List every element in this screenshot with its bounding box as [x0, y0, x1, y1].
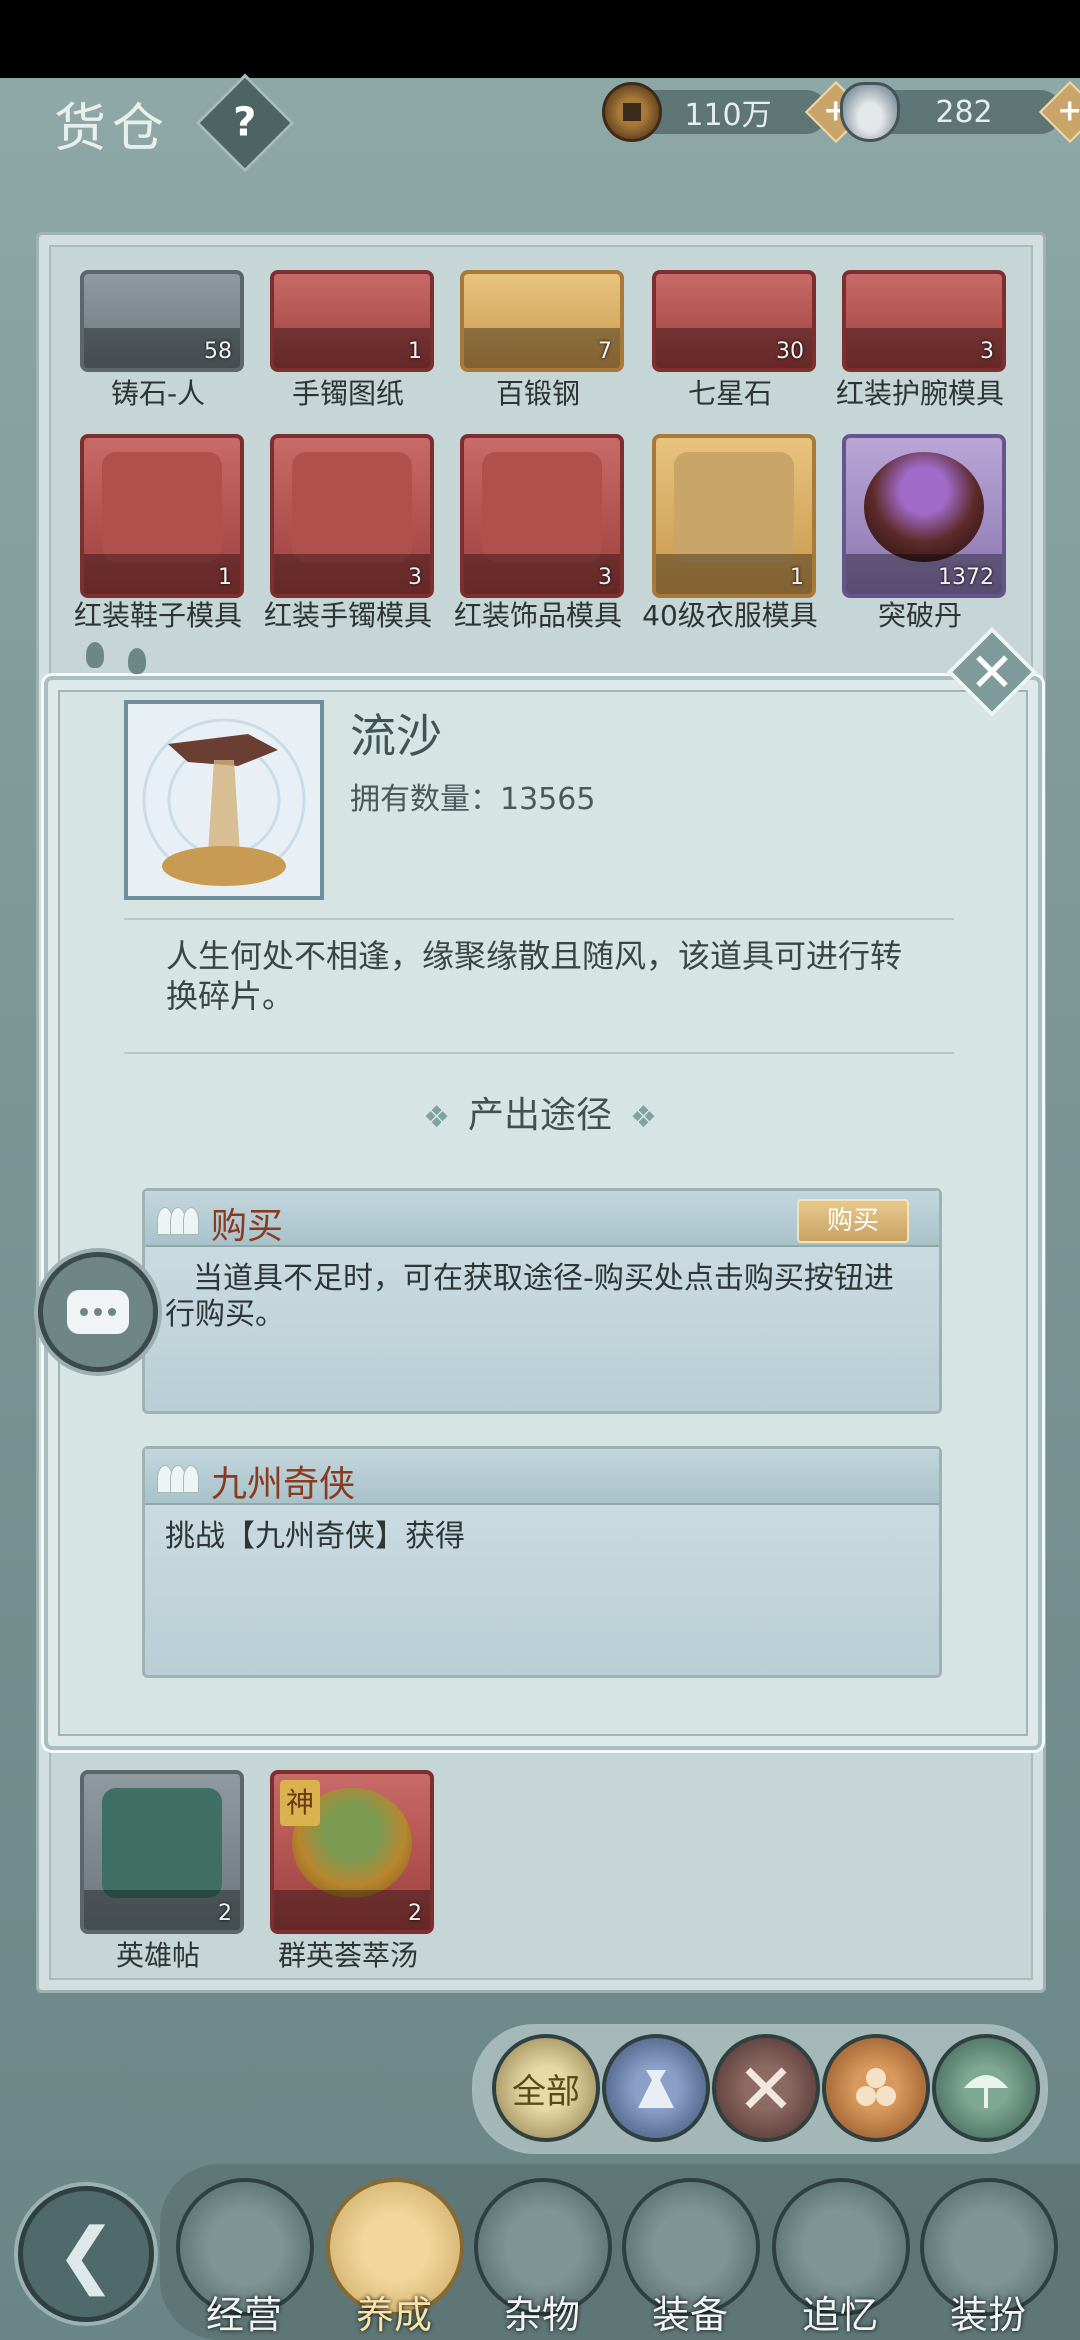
chat-button[interactable]: [38, 1252, 158, 1372]
close-icon: ✕: [969, 640, 1015, 704]
item-label: 百锻钢: [495, 377, 580, 410]
silver-ingot-icon: [840, 82, 900, 142]
birds-decoration: [76, 632, 166, 692]
nav-item-cultivate[interactable]: 养成: [326, 2178, 464, 2337]
plus-icon: +: [1057, 93, 1080, 129]
inventory-slot[interactable]: 3: [842, 270, 1006, 372]
item-label: 英雄帖: [115, 1939, 200, 1972]
inventory-slot[interactable]: 3: [460, 434, 624, 598]
buy-button[interactable]: 购买: [797, 1199, 909, 1243]
divider: [124, 918, 954, 920]
inventory-slot[interactable]: 1372: [842, 434, 1006, 598]
source-section-title: ❖ 产出途径 ❖: [423, 1095, 657, 1136]
filter-all[interactable]: 全部: [492, 2034, 600, 2142]
item-label: 铸石-人: [110, 377, 206, 410]
chat-icon: [67, 1290, 129, 1334]
page-title: 货仓: [54, 98, 171, 159]
coin-currency: 110万 +: [602, 80, 868, 144]
mold-icon: [102, 452, 222, 562]
mold-icon: [482, 452, 602, 562]
item-owned-count: 拥有数量：13565: [350, 782, 596, 817]
ornament-icon: ❖: [423, 1100, 450, 1135]
mold-icon: [674, 452, 794, 562]
inventory-slot[interactable]: 1: [80, 434, 244, 598]
back-button[interactable]: ❮: [18, 2186, 154, 2322]
silver-currency: 282 +: [840, 80, 1080, 144]
item-label: 红装手镯模具: [263, 599, 432, 632]
filter-bag-icon[interactable]: [602, 2034, 710, 2142]
item-label: 群英荟萃汤: [277, 1939, 418, 1972]
ornament-icon: ❖: [630, 1100, 657, 1135]
quicksand-icon: [142, 718, 306, 886]
status-bar: [0, 0, 1080, 78]
item-icon: [124, 700, 324, 900]
item-label: 七星石: [687, 377, 772, 410]
source-text: 当道具不足时，可在获取途径-购买处点击购买按钮进行购买。: [165, 1261, 894, 1332]
help-button[interactable]: ?: [195, 73, 295, 173]
source-name: 九州奇侠: [211, 1464, 356, 1505]
inventory-slot[interactable]: 1: [652, 434, 816, 598]
divine-tag: 神: [280, 1780, 320, 1826]
nav-item-equipment[interactable]: 装备: [622, 2178, 760, 2337]
source-name: 购买: [211, 1206, 284, 1247]
nav-item-memories[interactable]: 追忆: [772, 2178, 910, 2337]
copper-coin-icon: [602, 82, 662, 142]
item-name: 流沙: [350, 709, 442, 763]
header: 货仓 ?: [54, 73, 295, 173]
source-card-challenge[interactable]: 九州奇侠 挑战【九州奇侠】获得: [142, 1446, 942, 1678]
inventory-slot[interactable]: 3: [270, 434, 434, 598]
filter-crossed-tools-icon[interactable]: [712, 2034, 820, 2142]
invitation-book-icon: [102, 1788, 222, 1898]
inventory-slot[interactable]: 神 2: [270, 1770, 434, 1934]
inventory-slot[interactable]: 7: [460, 270, 624, 372]
lotus-icon: [157, 1201, 199, 1235]
nav-item-dress-up[interactable]: 装扮: [920, 2178, 1058, 2337]
nav-item-business[interactable]: 经营: [176, 2178, 314, 2337]
filter-umbrella-icon[interactable]: [932, 2034, 1040, 2142]
mold-icon: [292, 452, 412, 562]
item-label: 40级衣服模具: [642, 599, 818, 632]
back-arrow-icon: ❮: [55, 2212, 117, 2296]
item-label: 红装护腕模具: [835, 377, 1004, 410]
item-description: 人生何处不相逢，缘聚缘散且随风，该道具可进行转换碎片。: [166, 937, 903, 1015]
inventory-slot[interactable]: 2: [80, 1770, 244, 1934]
divider: [124, 1052, 954, 1054]
inventory-slot[interactable]: 58: [80, 270, 244, 372]
lotus-icon: [157, 1459, 199, 1493]
nav-item-misc[interactable]: 杂物: [474, 2178, 612, 2337]
item-label: 红装饰品模具: [453, 599, 622, 632]
inventory-slot[interactable]: 1: [270, 270, 434, 372]
source-text: 挑战【九州奇侠】获得: [165, 1519, 465, 1554]
item-label: 手镯图纸: [291, 377, 404, 410]
help-icon: ?: [233, 99, 257, 146]
inventory-slot[interactable]: 30: [652, 270, 816, 372]
source-card-purchase: 购买 购买 当道具不足时，可在获取途径-购买处点击购买按钮进行购买。: [142, 1188, 942, 1414]
item-label: 红装鞋子模具: [73, 599, 242, 632]
pill-orb-icon: [864, 452, 984, 562]
filter-logs-icon[interactable]: [822, 2034, 930, 2142]
close-button[interactable]: ✕: [946, 626, 1038, 718]
